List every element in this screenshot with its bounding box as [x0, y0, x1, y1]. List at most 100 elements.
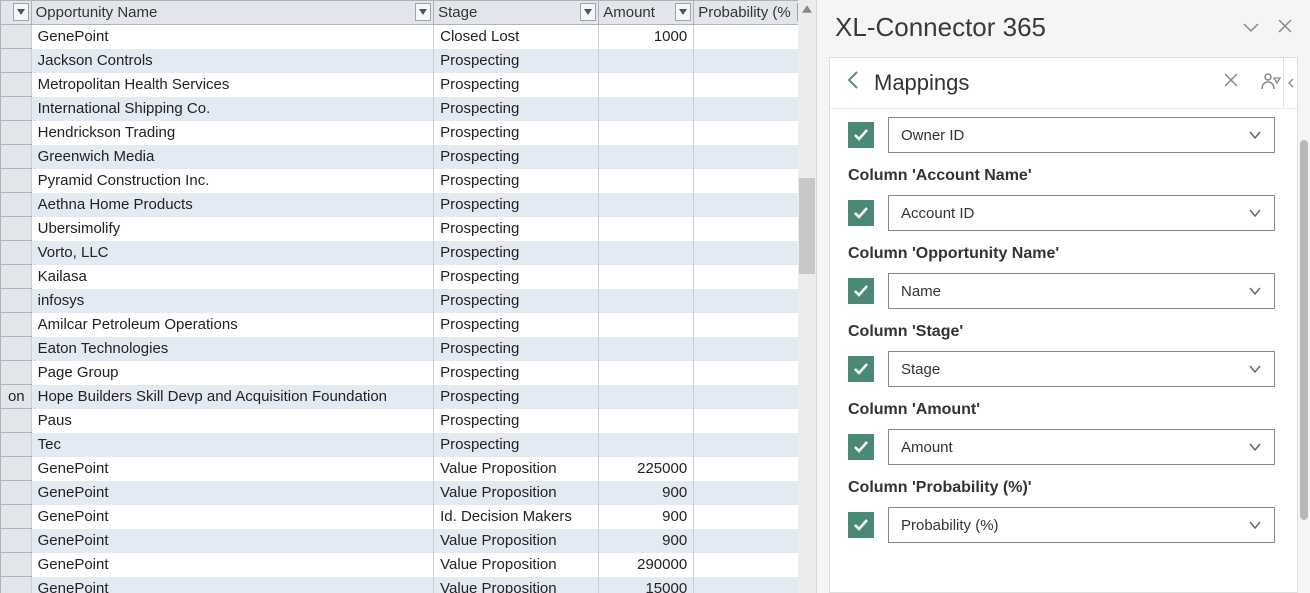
- cell-opportunity-name[interactable]: Jackson Controls: [31, 49, 434, 73]
- cell-amount[interactable]: [599, 241, 694, 265]
- table-row[interactable]: GenePointValue Proposition900: [1, 529, 816, 553]
- mapping-select[interactable]: Amount: [888, 429, 1275, 465]
- table-row[interactable]: GenePointClosed Lost1000: [1, 25, 816, 49]
- mapping-checkbox[interactable]: [848, 122, 874, 148]
- cell-stage[interactable]: Prospecting: [434, 73, 599, 97]
- cell-opportunity-name[interactable]: Paus: [31, 409, 434, 433]
- cell-stage[interactable]: Value Proposition: [434, 553, 599, 577]
- cell-stage[interactable]: Prospecting: [434, 409, 599, 433]
- rownum-cell[interactable]: [1, 145, 32, 169]
- table-row[interactable]: KailasaProspecting: [1, 265, 816, 289]
- cell-stage[interactable]: Prospecting: [434, 337, 599, 361]
- cell-amount[interactable]: [599, 49, 694, 73]
- close-icon[interactable]: [1278, 17, 1292, 38]
- filter-dropdown-icon[interactable]: [13, 3, 29, 21]
- cell-opportunity-name[interactable]: GenePoint: [31, 25, 434, 49]
- rownum-cell[interactable]: [1, 361, 32, 385]
- table-row[interactable]: GenePointId. Decision Makers900: [1, 505, 816, 529]
- mapping-checkbox[interactable]: [848, 278, 874, 304]
- user-settings-icon[interactable]: [1261, 72, 1281, 95]
- cell-stage[interactable]: Prospecting: [434, 313, 599, 337]
- cell-opportunity-name[interactable]: Vorto, LLC: [31, 241, 434, 265]
- cell-stage[interactable]: Id. Decision Makers: [434, 505, 599, 529]
- cell-amount[interactable]: [599, 337, 694, 361]
- cell-stage[interactable]: Prospecting: [434, 265, 599, 289]
- mapping-select[interactable]: Name: [888, 273, 1275, 309]
- cell-stage[interactable]: Prospecting: [434, 121, 599, 145]
- cell-opportunity-name[interactable]: Metropolitan Health Services: [31, 73, 434, 97]
- rownum-cell[interactable]: [1, 577, 32, 593]
- cell-amount[interactable]: [599, 433, 694, 457]
- table-row[interactable]: Eaton TechnologiesProspecting: [1, 337, 816, 361]
- rownum-cell[interactable]: [1, 25, 32, 49]
- rownum-cell[interactable]: on: [1, 385, 32, 409]
- cell-amount[interactable]: [599, 121, 694, 145]
- table-row[interactable]: infosysProspecting: [1, 289, 816, 313]
- table-row[interactable]: GenePointValue Proposition290000: [1, 553, 816, 577]
- table-row[interactable]: Amilcar Petroleum OperationsProspecting: [1, 313, 816, 337]
- cell-opportunity-name[interactable]: Greenwich Media: [31, 145, 434, 169]
- vertical-scrollbar[interactable]: [798, 0, 816, 593]
- cell-opportunity-name[interactable]: Hendrickson Trading: [31, 121, 434, 145]
- cell-opportunity-name[interactable]: GenePoint: [31, 577, 434, 593]
- cell-opportunity-name[interactable]: Eaton Technologies: [31, 337, 434, 361]
- cell-stage[interactable]: Prospecting: [434, 241, 599, 265]
- cell-opportunity-name[interactable]: Kailasa: [31, 265, 434, 289]
- table-row[interactable]: TecProspecting: [1, 433, 816, 457]
- rownum-cell[interactable]: [1, 241, 32, 265]
- cell-amount[interactable]: 900: [599, 505, 694, 529]
- cell-stage[interactable]: Value Proposition: [434, 577, 599, 593]
- rownum-cell[interactable]: [1, 193, 32, 217]
- filter-dropdown-icon[interactable]: [415, 3, 431, 21]
- filter-dropdown-icon[interactable]: [580, 3, 596, 21]
- rownum-cell[interactable]: [1, 313, 32, 337]
- table-row[interactable]: International Shipping Co.Prospecting: [1, 97, 816, 121]
- clear-icon[interactable]: [1223, 72, 1239, 95]
- mapping-checkbox[interactable]: [848, 512, 874, 538]
- rownum-cell[interactable]: [1, 433, 32, 457]
- cell-stage[interactable]: Closed Lost: [434, 25, 599, 49]
- mapping-select[interactable]: Account ID: [888, 195, 1275, 231]
- mapping-checkbox[interactable]: [848, 356, 874, 382]
- cell-opportunity-name[interactable]: Amilcar Petroleum Operations: [31, 313, 434, 337]
- cell-opportunity-name[interactable]: infosys: [31, 289, 434, 313]
- cell-opportunity-name[interactable]: GenePoint: [31, 529, 434, 553]
- cell-opportunity-name[interactable]: GenePoint: [31, 505, 434, 529]
- rownum-cell[interactable]: [1, 49, 32, 73]
- pane-scrollbar-thumb[interactable]: [1300, 140, 1308, 520]
- cell-stage[interactable]: Prospecting: [434, 217, 599, 241]
- rownum-cell[interactable]: [1, 121, 32, 145]
- table-row[interactable]: Hendrickson TradingProspecting: [1, 121, 816, 145]
- table-row[interactable]: Jackson ControlsProspecting: [1, 49, 816, 73]
- cell-opportunity-name[interactable]: Hope Builders Skill Devp and Acquisition…: [31, 385, 434, 409]
- cell-stage[interactable]: Prospecting: [434, 385, 599, 409]
- table-row[interactable]: Metropolitan Health ServicesProspecting: [1, 73, 816, 97]
- cell-amount[interactable]: [599, 217, 694, 241]
- filter-dropdown-icon[interactable]: [675, 3, 691, 21]
- mapping-select[interactable]: Probability (%): [888, 507, 1275, 543]
- cell-amount[interactable]: [599, 193, 694, 217]
- collapse-pane-icon[interactable]: [1283, 58, 1297, 108]
- table-row[interactable]: Greenwich MediaProspecting: [1, 145, 816, 169]
- header-amount[interactable]: Amount: [599, 1, 694, 25]
- scrollbar-thumb[interactable]: [799, 178, 815, 274]
- cell-stage[interactable]: Prospecting: [434, 289, 599, 313]
- cell-amount[interactable]: [599, 361, 694, 385]
- rownum-cell[interactable]: [1, 217, 32, 241]
- table-row[interactable]: Aethna Home ProductsProspecting: [1, 193, 816, 217]
- cell-amount[interactable]: [599, 289, 694, 313]
- cell-amount[interactable]: [599, 97, 694, 121]
- cell-stage[interactable]: Prospecting: [434, 361, 599, 385]
- cell-stage[interactable]: Prospecting: [434, 169, 599, 193]
- cell-stage[interactable]: Prospecting: [434, 433, 599, 457]
- cell-stage[interactable]: Prospecting: [434, 49, 599, 73]
- header-stage[interactable]: Stage: [434, 1, 599, 25]
- table-row[interactable]: Pyramid Construction Inc.Prospecting: [1, 169, 816, 193]
- cell-opportunity-name[interactable]: International Shipping Co.: [31, 97, 434, 121]
- table-row[interactable]: PausProspecting: [1, 409, 816, 433]
- rownum-cell[interactable]: [1, 481, 32, 505]
- cell-amount[interactable]: 15000: [599, 577, 694, 593]
- rownum-cell[interactable]: [1, 169, 32, 193]
- cell-amount[interactable]: 900: [599, 529, 694, 553]
- cell-amount[interactable]: [599, 409, 694, 433]
